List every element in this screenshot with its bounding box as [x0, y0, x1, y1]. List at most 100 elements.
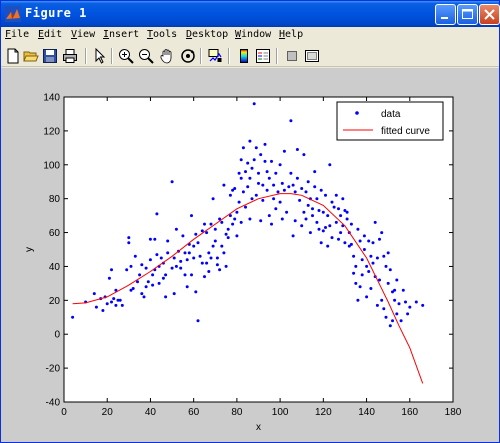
y-tick-label: 40: [49, 262, 61, 273]
data-point: [183, 273, 187, 277]
data-point: [196, 241, 200, 245]
data-point: [330, 236, 334, 240]
legend[interactable]: data fitted curve: [336, 101, 444, 141]
y-tick-label: -20: [46, 364, 61, 375]
data-point: [337, 237, 340, 241]
title-bar[interactable]: Figure 1: [1, 1, 500, 27]
data-point: [153, 237, 157, 241]
data-point: [285, 210, 289, 214]
menu-insert[interactable]: Insert: [103, 29, 139, 40]
menu-window[interactable]: Window: [235, 29, 271, 40]
maximize-icon: [462, 9, 473, 19]
data-point: [257, 171, 260, 175]
data-point: [133, 254, 137, 258]
data-point: [272, 183, 276, 187]
y-tick-label: 120: [43, 126, 60, 137]
data-point: [386, 281, 390, 285]
data-point: [352, 271, 356, 275]
data-cursor-icon[interactable]: [207, 48, 223, 64]
data-point: [203, 222, 206, 226]
data-point: [190, 214, 193, 218]
data-point: [304, 217, 308, 221]
data-point: [248, 217, 252, 221]
x-tick-label: 100: [272, 407, 289, 418]
data-point: [222, 251, 226, 255]
data-point: [289, 119, 293, 123]
data-point: [220, 220, 224, 224]
scatter-plot[interactable]: 0 20 40 60 80 100 120 140 160 180 -40 -20 0 20 40 60 80…: [1, 68, 499, 442]
zoom-out-icon[interactable]: [138, 48, 154, 64]
window-title: Figure 1: [25, 6, 87, 20]
data-point: [384, 315, 388, 319]
data-point: [263, 159, 267, 163]
data-point: [365, 264, 369, 268]
show-plot-tools-icon[interactable]: [304, 48, 320, 64]
data-point: [92, 292, 96, 296]
menu-help[interactable]: Help: [279, 29, 303, 40]
data-point: [295, 148, 299, 151]
data-point: [406, 312, 410, 316]
data-point: [298, 198, 302, 202]
close-button[interactable]: [479, 4, 500, 25]
data-point: [362, 234, 366, 238]
data-point: [343, 241, 347, 245]
hide-plot-tools-icon[interactable]: [284, 48, 300, 64]
toolbar-separator: [111, 48, 113, 64]
data-point: [222, 183, 226, 187]
data-point: [349, 222, 353, 226]
data-point: [330, 200, 334, 204]
print-icon[interactable]: [62, 48, 78, 64]
rotate-3d-icon[interactable]: [180, 48, 196, 64]
data-point: [241, 190, 245, 194]
data-point: [166, 239, 170, 243]
data-point: [151, 273, 155, 277]
data-point: [321, 210, 325, 214]
legend-icon[interactable]: [255, 48, 271, 64]
data-point: [328, 224, 332, 228]
menu-tools[interactable]: Tools: [147, 29, 177, 40]
data-point: [215, 263, 219, 267]
data-point: [252, 102, 256, 106]
data-point: [192, 244, 196, 248]
data-point: [257, 181, 260, 185]
data-point: [306, 203, 310, 207]
data-point: [293, 219, 297, 223]
data-point: [259, 153, 263, 157]
data-point: [142, 295, 146, 299]
open-file-icon[interactable]: [23, 48, 39, 64]
data-point: [326, 214, 330, 218]
menu-edit[interactable]: Edit: [38, 29, 62, 40]
data-point: [194, 232, 198, 236]
x-tick-label: 20: [102, 407, 114, 418]
data-point: [280, 217, 284, 221]
maximize-button[interactable]: [457, 4, 478, 25]
new-figure-icon[interactable]: [5, 48, 21, 64]
data-point: [127, 236, 131, 240]
data-point: [311, 214, 314, 218]
data-point: [295, 176, 299, 180]
minimize-icon: [441, 17, 448, 19]
x-tick-label: 120: [315, 407, 332, 418]
data-point: [211, 244, 215, 248]
data-point: [287, 185, 291, 189]
menu-desktop[interactable]: Desktop: [186, 29, 228, 40]
data-point: [354, 264, 358, 268]
data-point: [334, 193, 338, 197]
data-point: [289, 171, 293, 175]
pan-hand-icon[interactable]: [159, 48, 175, 64]
plot-axes[interactable]: [63, 96, 454, 403]
menu-file[interactable]: File: [5, 29, 29, 40]
colorbar-icon[interactable]: [236, 48, 252, 64]
data-point: [148, 237, 152, 241]
save-icon[interactable]: [42, 48, 58, 64]
edit-plot-arrow-icon[interactable]: [92, 48, 108, 64]
data-point: [174, 227, 178, 231]
legend-label-fitted-curve: fitted curve: [381, 126, 430, 137]
data-point: [194, 290, 198, 294]
data-point: [267, 176, 271, 180]
data-point: [239, 176, 243, 180]
data-point: [300, 187, 304, 190]
zoom-in-icon[interactable]: [118, 48, 134, 64]
menu-view[interactable]: View: [71, 29, 95, 40]
minimize-button[interactable]: [435, 4, 456, 25]
